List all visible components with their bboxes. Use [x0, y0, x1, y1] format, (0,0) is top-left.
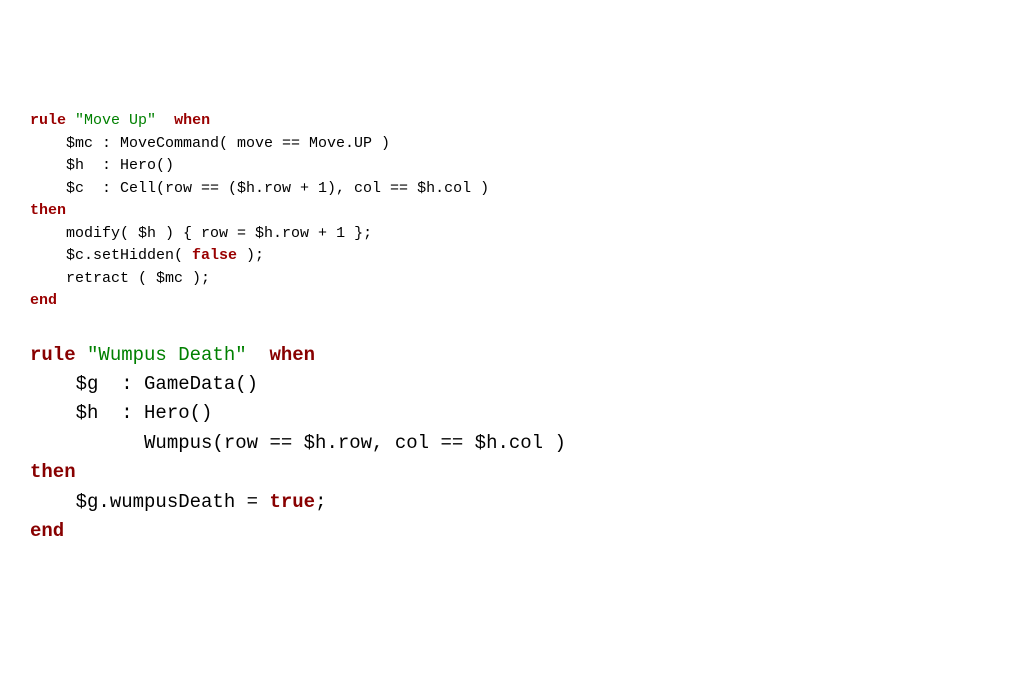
keyword-rule: rule: [30, 112, 66, 129]
space: [66, 112, 75, 129]
space: [156, 112, 174, 129]
keyword-end: end: [30, 292, 57, 309]
code-line: );: [237, 247, 264, 264]
space: [76, 344, 87, 366]
keyword-when: when: [174, 112, 210, 129]
code-line: $c : Cell(row == ($h.row + 1), col == $h…: [30, 180, 489, 197]
code-line: };: [345, 225, 372, 242]
code-line: $g.wumpusDeath =: [30, 491, 269, 513]
keyword-then: then: [30, 202, 66, 219]
literal: 1: [336, 225, 345, 242]
code-line: Wumpus(row == $h.row, col == $h.col ): [30, 432, 566, 454]
keyword-when: when: [269, 344, 315, 366]
code-line: $h : Hero(): [30, 402, 212, 424]
rule-name: "Wumpus Death": [87, 344, 247, 366]
keyword-end: end: [30, 520, 64, 542]
keyword-then: then: [30, 461, 76, 483]
space: [247, 344, 270, 366]
rule-name: "Move Up": [75, 112, 156, 129]
keyword-false: false: [192, 247, 237, 264]
code-line: retract ( $mc );: [30, 270, 210, 287]
keyword-true: true: [269, 491, 315, 513]
code-block-1: rule "Move Up" when $mc : MoveCommand( m…: [30, 110, 996, 313]
keyword-rule: rule: [30, 344, 76, 366]
code-line: $mc : MoveCommand( move == Move.UP ): [30, 135, 390, 152]
code-line: $h : Hero(): [30, 157, 174, 174]
code-line: ;: [315, 491, 326, 513]
code-line: $g : GameData(): [30, 373, 258, 395]
code-line: modify( $h ) { row = $h.row +: [30, 225, 336, 242]
code-block-2: rule "Wumpus Death" when $g : GameData()…: [30, 341, 996, 547]
code-line: $c.setHidden(: [30, 247, 192, 264]
